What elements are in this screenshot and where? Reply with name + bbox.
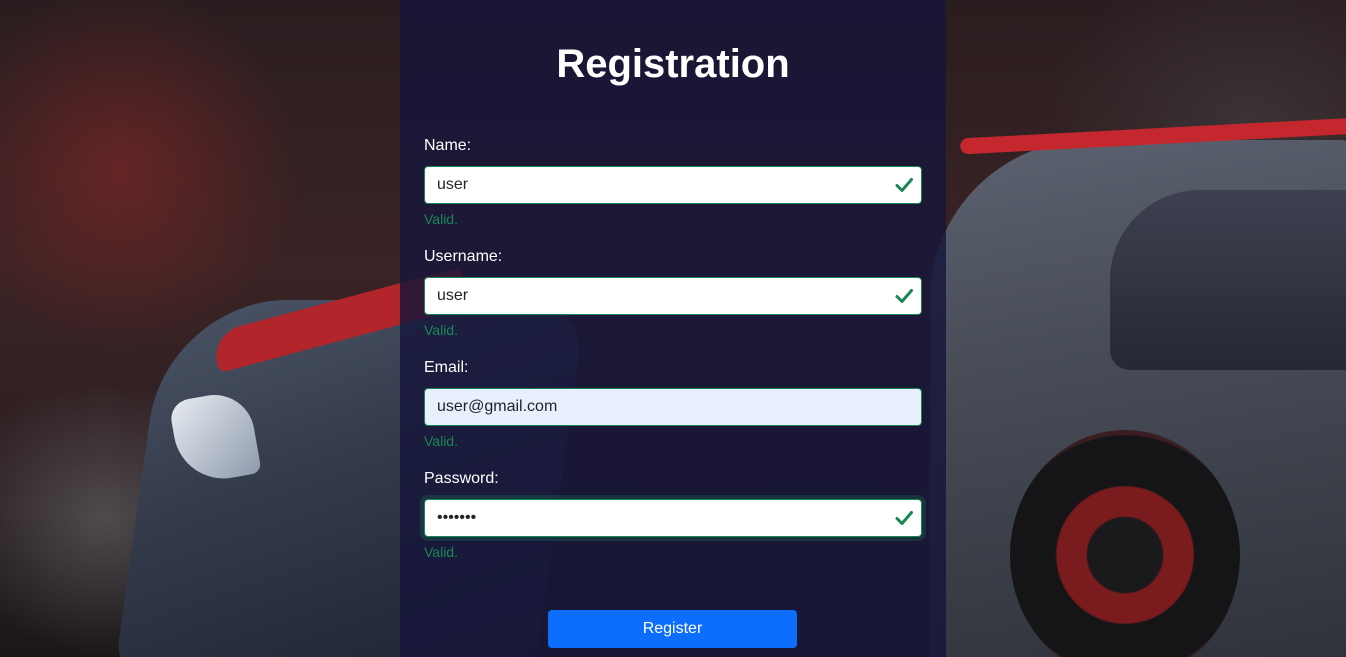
username-label: Username: <box>424 248 503 265</box>
name-input-wrap <box>424 166 922 204</box>
name-valid-feedback: Valid. <box>424 211 458 227</box>
username-field-group: Username: Valid. <box>424 247 922 338</box>
email-input[interactable] <box>424 388 922 426</box>
password-valid-feedback: Valid. <box>424 544 458 560</box>
password-field-group: Password: Valid. <box>424 469 922 560</box>
register-button[interactable]: Register <box>548 610 797 648</box>
username-input[interactable] <box>424 277 922 315</box>
name-field-group: Name: Valid. <box>424 136 922 227</box>
car-window <box>1110 190 1346 370</box>
password-input[interactable] <box>424 499 922 537</box>
password-label: Password: <box>424 470 499 487</box>
check-icon <box>895 178 913 192</box>
email-valid-feedback: Valid. <box>424 433 458 449</box>
email-input-wrap <box>424 388 922 426</box>
check-icon <box>895 511 913 525</box>
name-input[interactable] <box>424 166 922 204</box>
name-label: Name: <box>424 137 472 154</box>
registration-panel: Registration Name: Valid. Username: Vali… <box>400 0 946 657</box>
page-title: Registration <box>556 42 790 86</box>
password-input-wrap <box>424 499 922 537</box>
email-label: Email: <box>424 359 469 376</box>
username-valid-feedback: Valid. <box>424 322 458 338</box>
check-icon <box>895 289 913 303</box>
username-input-wrap <box>424 277 922 315</box>
email-field-group: Email: Valid. <box>424 358 922 449</box>
